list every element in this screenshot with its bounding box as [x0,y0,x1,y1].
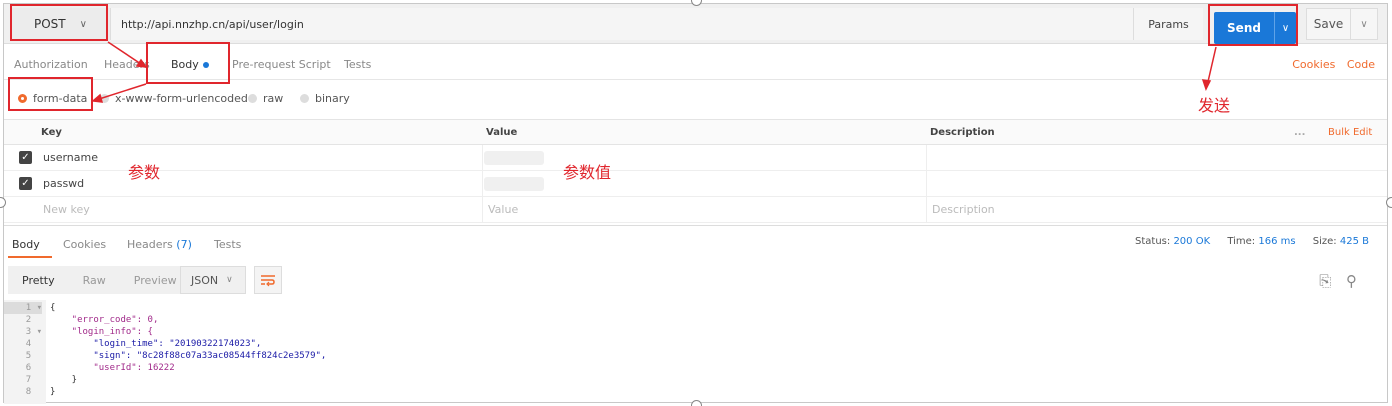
url-input[interactable]: http://api.nnzhp.cn/api/user/login [110,8,1133,40]
col-key: Key [41,127,62,138]
radio-x-www-form-urlencoded[interactable]: x-www-form-urlencoded [100,92,248,105]
radio-label: raw [263,92,284,105]
tab-response-tests[interactable]: Tests [214,238,241,251]
code-line: { [50,303,56,313]
chevron-down-icon: ∨ [226,275,233,285]
bulk-edit-link[interactable]: Bulk Edit [1328,127,1372,138]
code-line: "userId": 16222 [50,363,175,373]
col-description: Description [930,127,995,138]
radio-binary[interactable]: binary [300,92,350,105]
tab-label: Headers [127,238,173,251]
format-label: JSON [191,273,219,287]
tab-authorization[interactable]: Authorization [14,58,88,71]
cookies-link[interactable]: Cookies [1292,58,1335,71]
checkbox-checked-icon[interactable]: ✓ [19,151,32,164]
headers-count: (7) [176,238,192,251]
new-key-input[interactable]: New key [43,203,90,216]
tab-response-body[interactable]: Body [12,238,40,251]
chevron-down-icon[interactable]: ∨ [1351,19,1377,30]
request-bar: POST ∨ http://api.nnzhp.cn/api/user/logi… [4,4,1387,44]
divider [482,197,483,222]
response-tabs: Body Cookies Headers (7) Tests Status: 2… [4,225,1387,258]
response-stats: Status: 200 OK Time: 166 ms Size: 425 B [1135,236,1369,247]
code-line: } [50,387,56,397]
kv-table-header: Key Value Description ... Bulk Edit [4,119,1387,145]
code-line: "login_info": { [50,327,153,337]
line-number: 8 [25,387,42,397]
save-label: Save [1307,9,1351,39]
divider [482,171,483,196]
time-value: 166 ms [1258,236,1296,247]
status-label: Status: [1135,236,1171,247]
annotation-box-send [1208,4,1298,46]
tab-pre-request-script[interactable]: Pre-request Script [232,58,331,71]
response-body-code[interactable]: 1 ▾ 2 3 ▾ 4 5 6 7 8 { "error_code": 0, "… [4,300,1387,404]
radio-icon [248,94,257,103]
annotation-value-note: 参数值 [563,163,612,182]
save-button[interactable]: Save ∨ [1306,8,1378,40]
table-row: ✓ passwd [4,171,1387,197]
code-line: "sign": "8c28f88c07a33ac08544ff824c2e357… [50,351,327,361]
view-raw[interactable]: Raw [69,274,120,287]
table-row-new: New key Value Description [4,197,1387,223]
search-icon[interactable]: ⚲ [1346,272,1357,290]
line-number: 2 [25,315,42,325]
code-line: } [50,375,78,385]
line-number: 3 ▾ [25,327,42,337]
wrap-icon [261,275,275,287]
code-line: "login_time": "20190322174023", [50,339,262,349]
divider [926,145,927,170]
annotation-param-note: 参数 [128,163,161,182]
line-number: 7 [25,375,42,385]
redacted-value[interactable] [484,177,544,191]
divider [926,171,927,196]
tab-response-cookies[interactable]: Cookies [63,238,106,251]
divider [926,197,927,222]
tab-tests[interactable]: Tests [344,58,371,71]
annotation-send-note: 发送 [1198,96,1231,115]
code-link[interactable]: Code [1347,58,1375,71]
key-cell[interactable]: username [43,151,98,164]
annotation-box-body-tab [146,42,230,84]
body-type-selector: form-data x-www-form-urlencoded raw bina… [4,81,1387,117]
radio-icon [100,94,109,103]
format-dropdown[interactable]: JSON ∨ [180,266,246,294]
resize-handle[interactable] [1386,197,1392,208]
resize-handle[interactable] [691,400,702,406]
code-line: "error_code": 0, [50,315,159,325]
radio-icon [300,94,309,103]
new-description-input[interactable]: Description [932,203,995,216]
active-tab-underline [8,256,52,258]
line-number: 5 [25,351,42,361]
line-number: 1 ▾ [4,302,42,314]
time-label: Time: [1227,236,1256,247]
key-cell[interactable]: passwd [43,177,84,190]
view-pretty[interactable]: Pretty [8,274,69,287]
size-value: 425 B [1339,236,1369,247]
wrap-lines-button[interactable] [254,266,282,294]
new-value-input[interactable]: Value [488,203,518,216]
right-links: Cookies Code [1284,58,1375,71]
col-value: Value [486,127,518,138]
annotation-box-method [10,4,108,41]
copy-icon[interactable]: ⎘ [1319,272,1331,290]
tab-response-headers[interactable]: Headers (7) [127,238,192,251]
line-number: 4 [25,339,42,349]
table-row: ✓ username [4,145,1387,171]
line-number: 6 [25,363,42,373]
annotation-box-form-data [8,77,93,111]
redacted-value[interactable] [484,151,544,165]
tab-headers[interactable]: Headers [104,58,150,71]
view-mode-group: Pretty Raw Preview [8,266,191,294]
radio-label: binary [315,92,350,105]
size-label: Size: [1312,236,1337,247]
radio-raw[interactable]: raw [248,92,283,105]
checkbox-checked-icon[interactable]: ✓ [19,177,32,190]
params-button[interactable]: Params [1133,8,1203,40]
radio-label: x-www-form-urlencoded [115,92,248,105]
status-value: 200 OK [1173,236,1211,247]
divider [482,145,483,170]
more-icon[interactable]: ... [1294,127,1305,138]
response-tools: ⎘ ⚲ [1309,272,1357,290]
